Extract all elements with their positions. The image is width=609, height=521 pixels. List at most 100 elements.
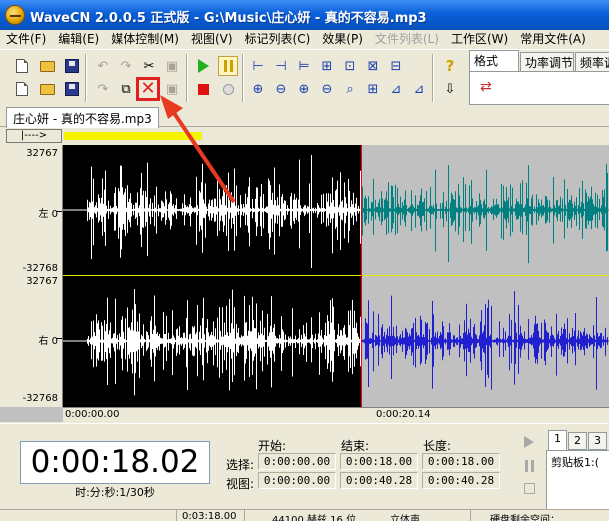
clipboard-pause-icon[interactable]	[525, 460, 534, 472]
zoom-search-button[interactable]: ⌕	[340, 79, 360, 99]
copy-button[interactable]: ⧉	[116, 79, 136, 99]
status-separator	[176, 510, 177, 521]
redo-2-button[interactable]: ↷	[93, 79, 113, 99]
position-panel: 0:00:18.02 时:分:秒:1/30秒 开始: 结束: 长度: 选择: 0…	[0, 423, 609, 510]
save-file-button[interactable]	[62, 56, 82, 76]
left-min-label: -32768	[22, 263, 58, 274]
cut-button[interactable]: ✂	[139, 56, 159, 76]
copy-icon: ⧉	[121, 81, 131, 97]
view-end-field[interactable]: 0:00:40.28	[340, 472, 418, 489]
zoom-next-button[interactable]: ⊿	[409, 79, 429, 99]
tab-power-adjust[interactable]: 功率调节	[520, 52, 574, 71]
menu-edit[interactable]: 编辑(E)	[52, 30, 105, 48]
select-all-button[interactable]: ⊠	[363, 56, 383, 76]
view-row-label: 视图:	[226, 477, 255, 491]
save-all-icon	[65, 82, 79, 96]
zoom-fit-icon: ⊡	[344, 58, 356, 74]
redo-arrow-icon: ↷	[97, 81, 109, 97]
left-zero-tick	[57, 211, 62, 212]
paste-mix-icon: ▣	[165, 81, 179, 97]
menu-view[interactable]: 视图(V)	[185, 30, 239, 48]
clipboard-play-icon[interactable]	[524, 436, 534, 448]
view-length-field[interactable]: 0:00:40.28	[422, 472, 500, 489]
time-format-label[interactable]: 时:分:秒:1/30秒	[20, 484, 210, 500]
menu-bar: 文件(F) 编辑(E) 媒体控制(M) 视图(V) 标记列表(C) 效果(P) …	[0, 30, 609, 48]
select-end-button[interactable]: ⊣	[271, 56, 291, 76]
start-header: 开始:	[258, 439, 287, 453]
window-title: WaveCN 2.0.0.5 正式版 - G:\Music\庄心妍 - 真的不容…	[30, 11, 427, 26]
open-recent-button[interactable]	[37, 79, 57, 99]
zoom-selection-icon: ⊞	[321, 58, 333, 74]
menu-recent-files[interactable]: 常用文件(A)	[514, 30, 592, 48]
menu-media-control[interactable]: 媒体控制(M)	[105, 30, 185, 48]
right-zero-label: 右 0	[38, 336, 58, 347]
zoom-fit-button[interactable]: ⊡	[340, 56, 360, 76]
help-button[interactable]: ?	[440, 56, 460, 76]
navigator-button[interactable]: |---->	[6, 129, 62, 143]
clipboard-stop-icon[interactable]	[524, 483, 535, 494]
toolbar-separator	[432, 54, 434, 102]
waveform-canvas[interactable]	[63, 145, 609, 407]
document-tabs: 庄心妍 - 真的不容易.mp3	[0, 105, 609, 128]
redo-icon: ↷	[120, 58, 132, 74]
pause-button[interactable]	[218, 56, 238, 76]
selection-start-field[interactable]: 0:00:00.00	[258, 453, 336, 470]
zoom-window-icon: ⊞	[367, 81, 379, 97]
format-convert-icon[interactable]: ⇄	[480, 79, 492, 95]
view-start-field[interactable]: 0:00:00.00	[258, 472, 336, 489]
current-time: 0:00:18.02	[30, 444, 200, 480]
paste-icon: ▣	[165, 58, 179, 74]
select-start-button[interactable]: ⊢	[248, 56, 268, 76]
selection-length-field[interactable]: 0:00:18.00	[422, 453, 500, 470]
record-button[interactable]	[218, 79, 238, 99]
wavecn-window: WaveCN 2.0.0.5 正式版 - G:\Music\庄心妍 - 真的不容…	[0, 0, 609, 521]
status-format: 44100 赫兹 16 位	[272, 515, 357, 521]
delete-x-icon: ✕	[140, 78, 156, 99]
toolbar-separator	[186, 54, 188, 102]
tab-format[interactable]: 格式	[469, 50, 519, 71]
clipboard-tab-3[interactable]: 3	[588, 432, 607, 450]
new-file-icon	[16, 59, 28, 73]
menu-marker-list[interactable]: 标记列表(C)	[239, 30, 317, 48]
zoom-out-icon: ⊖	[275, 81, 287, 97]
save-all-button[interactable]	[62, 79, 82, 99]
menu-effects[interactable]: 效果(P)	[316, 30, 369, 48]
undo-button[interactable]: ↶	[93, 56, 113, 76]
play-button[interactable]	[193, 56, 213, 76]
export-button[interactable]: ⇩	[440, 79, 460, 99]
zoom-out-horizontal-button[interactable]: ⊖	[271, 79, 291, 99]
menu-file-list[interactable]: 文件列表(L)	[369, 30, 445, 48]
zoom-selection-button[interactable]: ⊞	[317, 56, 337, 76]
selection-end-field[interactable]: 0:00:18.00	[340, 453, 418, 470]
delete-button[interactable]: ✕	[136, 77, 160, 101]
new-file-button[interactable]	[12, 56, 32, 76]
select-range-button[interactable]: ⊨	[294, 56, 314, 76]
open-file-button[interactable]	[37, 56, 57, 76]
current-time-display: 0:00:18.02	[20, 441, 210, 484]
menu-workspace[interactable]: 工作区(W)	[445, 30, 514, 48]
title-bar[interactable]: WaveCN 2.0.0.5 正式版 - G:\Music\庄心妍 - 真的不容…	[0, 0, 609, 30]
clipboard-tab-2[interactable]: 2	[568, 432, 587, 450]
open-recent-icon	[39, 83, 55, 95]
clipboard-panel: 剪贴板1:(	[546, 450, 609, 510]
redo-button[interactable]: ↷	[116, 56, 136, 76]
end-header: 结束:	[341, 439, 370, 453]
stop-icon	[197, 83, 209, 95]
paste-mix-button[interactable]: ▣	[162, 79, 182, 99]
zoom-in-vertical-button[interactable]: ⊕	[294, 79, 314, 99]
clipboard-tab-1[interactable]: 1	[548, 430, 567, 451]
zoom-out-vertical-button[interactable]: ⊖	[317, 79, 337, 99]
document-tab[interactable]: 庄心妍 - 真的不容易.mp3	[6, 107, 159, 128]
tab-frequency[interactable]: 频率调	[575, 52, 609, 71]
navigator-position-bar[interactable]	[64, 132, 202, 140]
zoom-previous-button[interactable]: ⊿	[386, 79, 406, 99]
zoom-window-button[interactable]: ⊞	[363, 79, 383, 99]
zoom-in-horizontal-button[interactable]: ⊕	[248, 79, 268, 99]
zoom-full-button[interactable]: ⊟	[386, 56, 406, 76]
time-ruler[interactable]: 0:00:00.00 0:00:20.14	[63, 407, 609, 422]
stop-button[interactable]	[193, 79, 213, 99]
new-copy-button[interactable]	[12, 79, 32, 99]
paste-button[interactable]: ▣	[162, 56, 182, 76]
menu-file[interactable]: 文件(F)	[0, 30, 52, 48]
left-zero-label: 左 0	[38, 209, 58, 220]
